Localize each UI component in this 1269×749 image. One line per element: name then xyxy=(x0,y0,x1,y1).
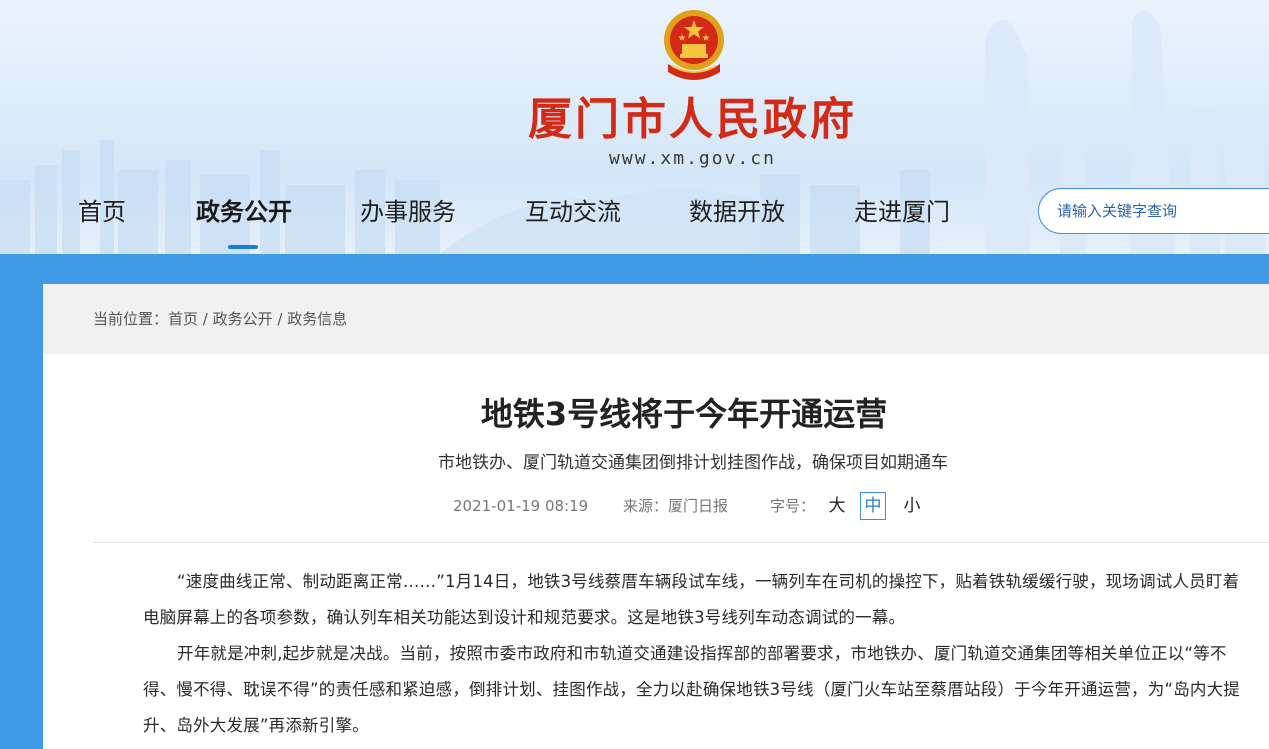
national-emblem-icon xyxy=(664,10,724,80)
article-paragraph: 开年就是冲刺,起步就是决战。当前，按照市委市政府和市轨道交通建设指挥部的部署要求… xyxy=(143,644,1240,735)
content-card: 当前位置：首页 / 政务公开 / 政务信息 地铁3号线将于今年开通运营 市地铁办… xyxy=(43,284,1269,749)
font-size-label: 字号： xyxy=(770,497,816,515)
site-title: 厦门市人民政府 xyxy=(528,94,857,145)
article-datetime: 2021-01-19 08:19 xyxy=(453,497,589,515)
source-label: 来源： xyxy=(623,497,669,515)
nav-item-open-data[interactable]: 数据开放 xyxy=(689,194,785,230)
font-size-medium-button[interactable]: 中 xyxy=(860,492,886,520)
breadcrumb: 当前位置：首页 / 政务公开 / 政务信息 xyxy=(93,308,347,330)
breadcrumb-bar: 当前位置：首页 / 政务公开 / 政务信息 xyxy=(43,284,1269,354)
breadcrumb-home-link[interactable]: 首页 xyxy=(168,310,198,328)
site-header: 厦门市人民政府 www.xm.gov.cn 首页 政务公开 办事服务 互动交流 … xyxy=(0,0,1269,254)
breadcrumb-government-info-link[interactable]: 政务信息 xyxy=(287,310,347,328)
search-input[interactable] xyxy=(1057,199,1257,223)
nav-item-government-affairs[interactable]: 政务公开 xyxy=(196,194,292,230)
nav-item-about-xiamen[interactable]: 走进厦门 xyxy=(854,194,950,230)
article-source: 厦门日报 xyxy=(668,497,729,515)
font-size-small-button[interactable]: 小 xyxy=(899,492,925,520)
search-box xyxy=(1038,188,1269,234)
breadcrumb-separator: / xyxy=(198,310,213,328)
nav-item-home[interactable]: 首页 xyxy=(78,194,126,230)
font-size-large-button[interactable]: 大 xyxy=(824,492,850,520)
nav-item-interaction[interactable]: 互动交流 xyxy=(525,194,621,230)
main-navigation: 首页 政务公开 办事服务 互动交流 数据开放 走进厦门 xyxy=(0,190,1000,254)
site-url: www.xm.gov.cn xyxy=(609,148,776,169)
article-subtitle: 市地铁办、厦门轨道交通集团倒排计划挂图作战，确保项目如期通车 xyxy=(438,453,948,473)
article-title: 地铁3号线将于今年开通运营 xyxy=(480,395,888,433)
meta-divider xyxy=(93,542,1269,543)
breadcrumb-prefix: 当前位置： xyxy=(93,310,169,328)
breadcrumb-government-affairs-link[interactable]: 政务公开 xyxy=(213,310,273,328)
nav-item-services[interactable]: 办事服务 xyxy=(360,194,456,230)
article-paragraph: “速度曲线正常、制动距离正常……”1月14日，地铁3号线蔡厝车辆段试车线，一辆列… xyxy=(143,572,1240,627)
breadcrumb-separator: / xyxy=(272,310,288,328)
nav-active-indicator xyxy=(228,245,258,249)
